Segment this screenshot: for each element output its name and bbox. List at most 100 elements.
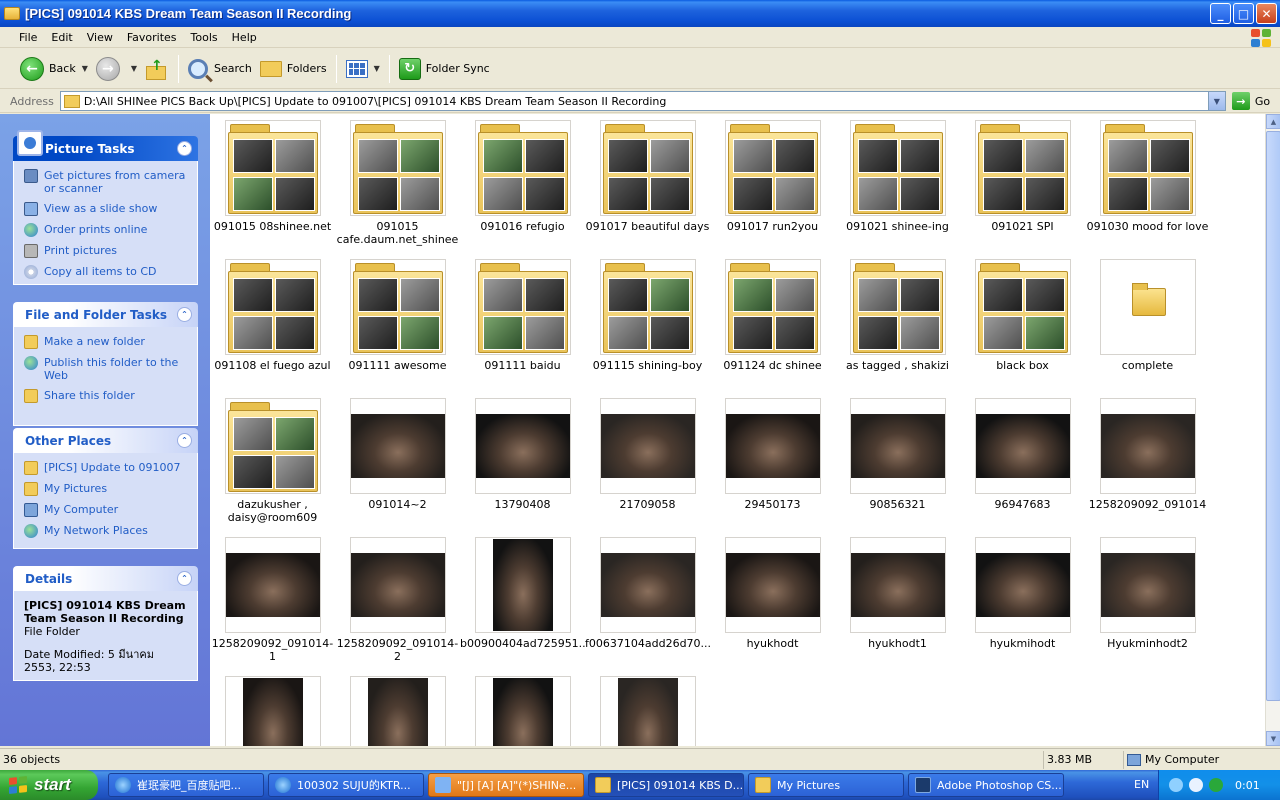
taskbar-button-browser-2[interactable]: 100302 SUJU的KTR... bbox=[268, 773, 424, 797]
place-my-pictures[interactable]: My Pictures bbox=[24, 482, 187, 496]
menu-view[interactable]: View bbox=[80, 31, 120, 44]
photo-item[interactable]: 1258209092_091014 bbox=[1085, 392, 1210, 531]
taskbar-button-browser-1[interactable]: 崔珉豪吧_百度贴吧... bbox=[108, 773, 264, 797]
forward-button[interactable]: → ▼ bbox=[92, 53, 141, 85]
address-input[interactable]: D:\All SHINee PICS Back Up\[PICS] Update… bbox=[59, 91, 1226, 111]
update-tray-icon[interactable] bbox=[1209, 778, 1223, 792]
chevron-down-icon[interactable]: ▼ bbox=[131, 64, 137, 73]
views-icon bbox=[345, 59, 368, 78]
folder-item[interactable]: complete bbox=[1085, 253, 1210, 392]
menu-file[interactable]: File bbox=[12, 31, 44, 44]
scroll-down-icon[interactable]: ▼ bbox=[1266, 731, 1280, 746]
task-label: Copy all items to CD bbox=[44, 265, 157, 278]
photo-item[interactable]: hyukhodt bbox=[710, 531, 835, 670]
folder-body bbox=[603, 271, 693, 353]
other-places-header[interactable]: Other Places ⌃ bbox=[13, 428, 198, 453]
task-share-folder[interactable]: Share this folder bbox=[24, 389, 187, 403]
task-publish-web[interactable]: Publish this folder to the Web bbox=[24, 356, 187, 382]
taskbar-button-photoshop[interactable]: Adobe Photoshop CS... bbox=[908, 773, 1064, 797]
task-copy-to-cd[interactable]: Copy all items to CD bbox=[24, 265, 187, 279]
folders-button[interactable]: Folders bbox=[256, 53, 331, 85]
photo-item[interactable] bbox=[585, 670, 710, 746]
collapse-icon[interactable]: ⌃ bbox=[177, 571, 192, 586]
photo-item[interactable]: 90856321 bbox=[835, 392, 960, 531]
photo-item[interactable] bbox=[335, 670, 460, 746]
folder-item[interactable]: 091016 refugio bbox=[460, 114, 585, 253]
taskbar-button-chat[interactable]: "[J] [A] [A]"(*)SHINe... bbox=[428, 773, 584, 797]
network-tray-icon[interactable] bbox=[1169, 778, 1183, 792]
maximize-button[interactable]: □ bbox=[1233, 3, 1254, 24]
folder-item[interactable]: 091017 beautiful days bbox=[585, 114, 710, 253]
language-indicator[interactable]: EN bbox=[1134, 778, 1149, 791]
task-slide-show[interactable]: View as a slide show bbox=[24, 202, 187, 216]
minimize-button[interactable]: _ bbox=[1210, 3, 1231, 24]
folder-item[interactable]: 091108 el fuego azul bbox=[210, 253, 335, 392]
file-folder-tasks-header[interactable]: File and Folder Tasks ⌃ bbox=[13, 302, 198, 327]
folder-item[interactable]: 091124 dc shinee bbox=[710, 253, 835, 392]
folder-item[interactable]: 091030 mood for love bbox=[1085, 114, 1210, 253]
folder-item[interactable]: 091115 shining-boy bbox=[585, 253, 710, 392]
collapse-icon[interactable]: ⌃ bbox=[177, 141, 192, 156]
photo-item[interactable]: f00637104add26d70... bbox=[585, 531, 710, 670]
folder-item[interactable]: 091015 cafe.daum.net_shinee bbox=[335, 114, 460, 253]
photo-item[interactable]: 091014~2 bbox=[335, 392, 460, 531]
task-print-pictures[interactable]: Print pictures bbox=[24, 244, 187, 258]
menu-tools[interactable]: Tools bbox=[184, 31, 225, 44]
photo-item[interactable]: Hyukminhodt2 bbox=[1085, 531, 1210, 670]
task-new-folder[interactable]: Make a new folder bbox=[24, 335, 187, 349]
details-header[interactable]: Details ⌃ bbox=[13, 566, 198, 591]
photo-item[interactable] bbox=[460, 670, 585, 746]
photo-item[interactable]: 29450173 bbox=[710, 392, 835, 531]
volume-tray-icon[interactable] bbox=[1189, 778, 1203, 792]
folder-item[interactable]: dazukusher , daisy@room609 bbox=[210, 392, 335, 531]
close-button[interactable]: ✕ bbox=[1256, 3, 1277, 24]
collapse-icon[interactable]: ⌃ bbox=[177, 433, 192, 448]
folder-item[interactable]: as tagged , shakizi bbox=[835, 253, 960, 392]
menu-favorites[interactable]: Favorites bbox=[120, 31, 184, 44]
photo-item[interactable]: 13790408 bbox=[460, 392, 585, 531]
menu-help[interactable]: Help bbox=[225, 31, 264, 44]
back-button[interactable]: ← Back ▼ bbox=[16, 53, 92, 85]
scroll-up-icon[interactable]: ▲ bbox=[1266, 114, 1280, 129]
vertical-scrollbar[interactable]: ▲ ▼ bbox=[1265, 114, 1280, 746]
folder-item[interactable]: 091111 baidu bbox=[460, 253, 585, 392]
folder-item[interactable]: 091021 shinee-ing bbox=[835, 114, 960, 253]
photo-item[interactable]: hyukmihodt bbox=[960, 531, 1085, 670]
place-my-computer[interactable]: My Computer bbox=[24, 503, 187, 517]
task-get-pictures[interactable]: Get pictures from camera or scanner bbox=[24, 169, 187, 195]
photo-item[interactable]: 21709058 bbox=[585, 392, 710, 531]
views-button[interactable]: ▼ bbox=[342, 53, 384, 85]
taskbar-button-my-pictures[interactable]: My Pictures bbox=[748, 773, 904, 797]
place-network[interactable]: My Network Places bbox=[24, 524, 187, 538]
chevron-down-icon[interactable]: ▼ bbox=[374, 64, 380, 73]
folder-item[interactable]: 091111 awesome bbox=[335, 253, 460, 392]
photo-item[interactable]: b00900404ad725951... bbox=[460, 531, 585, 670]
start-button[interactable]: start bbox=[0, 770, 98, 800]
place-update-folder[interactable]: [PICS] Update to 091007 bbox=[24, 461, 187, 475]
task-order-prints[interactable]: Order prints online bbox=[24, 223, 187, 237]
folder-sync-button[interactable]: ↻ Folder Sync bbox=[395, 53, 494, 85]
title-bar[interactable]: [PICS] 091014 KBS Dream Team Season II R… bbox=[0, 0, 1280, 27]
scrollbar-thumb[interactable] bbox=[1266, 131, 1280, 701]
folder-item[interactable]: 091021 SPI bbox=[960, 114, 1085, 253]
photo-item[interactable]: 1258209092_091014-1 bbox=[210, 531, 335, 670]
go-button[interactable]: → Go bbox=[1231, 92, 1270, 110]
folder-preview-image bbox=[858, 316, 898, 350]
collapse-icon[interactable]: ⌃ bbox=[177, 307, 192, 322]
file-name: 091015 cafe.daum.net_shinee bbox=[336, 220, 459, 246]
search-button[interactable]: Search bbox=[184, 53, 256, 85]
folder-item[interactable]: 091017 run2you bbox=[710, 114, 835, 253]
photo-item[interactable]: hyukhodt1 bbox=[835, 531, 960, 670]
file-view[interactable]: 091015 08shinee.net 091015 cafe.daum.net_… bbox=[210, 114, 1265, 746]
taskbar-button-explorer[interactable]: [PICS] 091014 KBS D... bbox=[588, 773, 744, 797]
menu-edit[interactable]: Edit bbox=[44, 31, 79, 44]
folder-item[interactable]: 091015 08shinee.net bbox=[210, 114, 335, 253]
photo-item[interactable]: 96947683 bbox=[960, 392, 1085, 531]
up-button[interactable]: ↑ bbox=[141, 53, 173, 85]
chevron-down-icon[interactable]: ▼ bbox=[1207, 92, 1225, 110]
chevron-down-icon[interactable]: ▼ bbox=[82, 64, 88, 73]
folder-item[interactable]: black box bbox=[960, 253, 1085, 392]
photo-item[interactable] bbox=[210, 670, 335, 746]
picture-tasks-header[interactable]: Picture Tasks ⌃ bbox=[13, 130, 198, 161]
photo-item[interactable]: 1258209092_091014-2 bbox=[335, 531, 460, 670]
